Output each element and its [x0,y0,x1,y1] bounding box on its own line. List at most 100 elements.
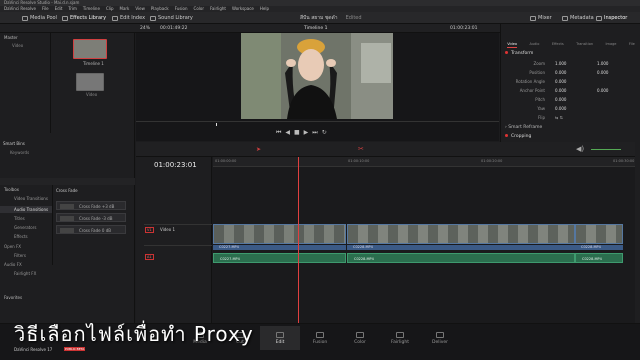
clip-label: Timeline 1 [83,61,104,66]
tab-file[interactable]: File [629,42,635,48]
tab-image[interactable]: Image [606,42,617,48]
video-clip[interactable] [575,224,623,244]
media-pool-icon [22,15,28,21]
fx-generators[interactable]: Generators [14,225,36,230]
anchor-y-field[interactable]: 0.000 [597,87,608,95]
transport-controls[interactable]: ⏮◀■▶⏭↻ [276,129,331,137]
ruler-tick: 01:00:30:00 [613,159,635,163]
fx-audio-transitions[interactable]: Audio Transitions [0,206,52,213]
fx-titles[interactable]: Titles [14,216,25,221]
toolbox-group[interactable]: Toolbox [4,187,19,192]
track-v1-badge[interactable]: V1 [145,227,154,233]
timeline-name[interactable]: Timeline 1 [304,26,327,31]
track-a1-badge[interactable]: A1 [145,254,154,260]
flip-label: Flip [537,115,545,120]
page-color[interactable]: Color [340,332,380,345]
metadata-label: Metadata [570,15,594,21]
fx-filters[interactable]: Filters [14,253,26,258]
volume-icon[interactable]: ◀) [576,145,584,153]
audio-clip[interactable]: C0228.MP4 [347,253,575,263]
cross-fade-zero[interactable]: Cross Fade 0 dB [56,225,126,234]
yaw-field[interactable]: 0.000 [555,105,566,113]
tab-video[interactable]: Video [507,42,518,48]
volume-slider[interactable] [591,149,621,150]
cropping-section[interactable]: Cropping [505,133,639,141]
enable-dot-icon[interactable] [505,134,508,137]
mixer-button[interactable]: Mixer [530,12,552,24]
pitch-label: Pitch [535,97,545,102]
edit-index-button[interactable]: Edit Index [112,12,145,24]
position-label: Position [529,70,545,75]
sound-library-button[interactable]: Sound Library [150,12,193,24]
video-clip[interactable] [213,224,346,244]
favorites-group[interactable]: Favorites [4,295,22,300]
inspector-button[interactable]: Inspector [596,12,627,24]
selection-tool-icon[interactable]: ➤ [256,146,261,153]
bin-master[interactable]: Master [4,35,18,40]
page-edit[interactable]: Edit [260,326,300,350]
edit-index-label: Edit Index [120,15,146,21]
smart-reframe-section[interactable]: › Smart Reframe [505,124,639,132]
rotation-field[interactable]: 0.000 [555,78,566,86]
video-frame [241,33,393,119]
video-clip[interactable] [347,224,575,244]
page-fairlight[interactable]: Fairlight [380,332,420,345]
zoom-y-field[interactable]: 1.000 [597,60,608,68]
zoom-level[interactable]: 24% [140,26,150,31]
audio-track-header[interactable]: A1 [144,253,212,263]
rotation-row: Rotation Angle 0.000 [501,78,640,86]
ruler-tick: 01:00:10:00 [348,159,370,163]
page-fusion[interactable]: Fusion [300,332,340,345]
cross-fade-minus3[interactable]: Cross Fade -3 dB [56,213,126,222]
cropping-label: Cropping [511,134,532,139]
timeline-clip-thumbnail[interactable] [73,39,107,59]
enable-dot-icon[interactable] [505,51,508,54]
anchor-x-field[interactable]: 0.000 [555,87,566,95]
duration-timecode: 00:01:49:22 [160,26,188,31]
smart-bin-keywords[interactable]: Keywords [10,150,29,155]
page-label: Deliver [431,340,449,345]
timeline-ruler[interactable]: 01:00:00:00 01:00:10:00 01:00:20:00 01:0… [213,157,635,167]
video-track-name: Video 1 [160,227,176,232]
page-deliver[interactable]: Deliver [420,332,460,345]
effects-library-label: Effects Library [70,15,107,21]
folder-icon[interactable] [76,73,104,91]
yaw-label: Yaw [537,106,545,111]
blade-tool-icon[interactable]: ✂ [358,145,364,153]
page-label: Fusion [312,340,328,345]
audio-clip[interactable]: C0228.MP4 [575,253,623,263]
page-label: Fairlight [390,340,409,345]
metadata-button[interactable]: Metadata [562,12,594,24]
audio-clip[interactable]: C0227.MP4 [213,253,346,263]
cross-fade-label: Cross Fade -3 dB [79,216,113,221]
project-name-label: สีปัน สยาม ชุดดำ [300,15,338,21]
open-fx-group[interactable]: Open FX [4,244,21,249]
sound-library-icon [150,15,156,21]
video-clip-label: C0228.MP4 [347,245,575,250]
fusion-page-icon [316,332,324,338]
flip-buttons[interactable]: ⇆ ⇅ [555,114,563,122]
cross-fade-plus3[interactable]: Cross Fade +3 dB [56,201,126,210]
position-x-field[interactable]: 0.000 [555,69,566,77]
fx-effects[interactable]: Effects [14,234,28,239]
video-track-header[interactable]: V1 Video 1 [144,224,212,246]
position-y-field[interactable]: 0.000 [597,69,608,77]
clip-label: Video [86,92,98,97]
audio-fx-group[interactable]: Audio FX [4,262,22,267]
metadata-icon [562,15,568,21]
tab-audio[interactable]: Audio [529,42,539,48]
effects-library-button[interactable]: Effects Library [62,12,106,24]
fx-video-transitions[interactable]: Video Transitions [14,196,48,201]
bin-video[interactable]: Video [12,43,23,48]
fx-fairlight[interactable]: Fairlight FX [14,271,36,276]
pitch-field[interactable]: 0.000 [555,96,566,104]
zoom-x-field[interactable]: 1.000 [555,60,566,68]
playhead[interactable] [298,157,299,323]
edit-index-icon [112,15,118,21]
tab-effects[interactable]: Effects [552,42,564,48]
tracks-area[interactable]: 01:00:00:00 01:00:10:00 01:00:20:00 01:0… [213,157,635,323]
media-pool-button[interactable]: Media Pool [22,12,57,24]
page-label: Color [354,340,366,345]
tab-transition[interactable]: Transition [576,42,593,48]
transform-section[interactable]: Transform [505,50,639,58]
